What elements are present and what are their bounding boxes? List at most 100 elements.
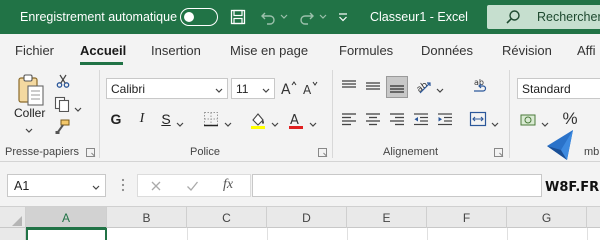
tab-affichage[interactable]: Affi <box>577 43 596 58</box>
column-header-b[interactable]: B <box>107 207 187 229</box>
number-format-value: Standard <box>522 82 571 96</box>
cell-divider <box>587 228 588 240</box>
grid-row <box>0 228 600 240</box>
paste-dropdown-icon[interactable] <box>25 123 33 137</box>
borders-icon[interactable] <box>202 110 220 128</box>
w8f-logo-icon <box>543 126 577 165</box>
column-header-partial <box>587 207 600 229</box>
wrap-text-icon[interactable]: ab <box>469 75 491 97</box>
number-format-combo[interactable]: Standard <box>517 78 600 99</box>
tab-insertion[interactable]: Insertion <box>151 43 201 58</box>
align-top-icon[interactable] <box>340 77 358 95</box>
decrease-font-icon[interactable]: A <box>302 78 320 98</box>
column-header-g[interactable]: G <box>507 207 587 229</box>
ribbon: Coller Presse-papiers Calibri 11 A A G I… <box>0 66 600 162</box>
name-box-value: A1 <box>14 179 30 193</box>
align-middle-icon[interactable] <box>364 77 382 95</box>
title-bar: Enregistrement automatique Classeur1 - E… <box>0 0 600 34</box>
decrease-indent-icon[interactable] <box>412 110 430 128</box>
search-label: Rechercher <box>537 10 600 24</box>
enter-icon[interactable] <box>186 180 199 195</box>
orientation-dropdown-icon[interactable] <box>436 83 444 97</box>
merge-dropdown-icon[interactable] <box>491 117 499 131</box>
align-center-icon[interactable] <box>364 110 382 128</box>
column-header-d[interactable]: D <box>267 207 347 229</box>
undo-dropdown-icon[interactable] <box>279 7 289 27</box>
orientation-icon[interactable]: ab <box>414 76 434 96</box>
align-right-icon[interactable] <box>388 110 406 128</box>
cell-divider <box>427 228 428 240</box>
svg-text:A: A <box>290 113 299 128</box>
italic-button[interactable]: I <box>134 110 150 128</box>
align-left-icon[interactable] <box>340 110 358 128</box>
clipboard-icon <box>16 73 46 110</box>
underline-dropdown-icon[interactable] <box>176 117 184 131</box>
increase-indent-icon[interactable] <box>436 110 454 128</box>
customize-toolbar-icon[interactable] <box>336 7 350 27</box>
font-launcher-icon[interactable] <box>318 148 327 157</box>
svg-text:ab: ab <box>415 80 430 95</box>
formula-bar: A1 fx <box>0 162 600 206</box>
copy-dropdown-icon[interactable] <box>74 102 82 116</box>
more-options-icon[interactable] <box>121 178 125 195</box>
search-box[interactable]: Rechercher <box>487 5 600 29</box>
group-divider <box>332 70 333 158</box>
cancel-icon[interactable] <box>150 180 162 195</box>
name-box[interactable]: A1 <box>7 174 106 197</box>
group-divider <box>509 70 510 158</box>
fill-color-icon[interactable] <box>248 110 268 130</box>
clipboard-launcher-icon[interactable] <box>86 148 95 157</box>
copy-icon[interactable] <box>52 95 72 113</box>
font-name-combo[interactable]: Calibri <box>106 78 228 99</box>
ribbon-tabs: Fichier Accueil Insertion Mise en page F… <box>0 34 600 66</box>
font-size-combo[interactable]: 11 <box>231 78 275 99</box>
watermark-text: W8F.FR <box>545 180 600 195</box>
accounting-format-icon[interactable] <box>518 110 540 130</box>
redo-dropdown-icon[interactable] <box>318 7 328 27</box>
column-header-e[interactable]: E <box>347 207 427 229</box>
paste-button[interactable] <box>12 72 50 110</box>
cut-icon[interactable] <box>54 72 72 90</box>
cell-divider <box>267 228 268 240</box>
document-title: Classeur1 - Excel <box>370 10 468 24</box>
tab-mise-en-page[interactable]: Mise en page <box>230 43 308 58</box>
number-group-label: mbre <box>584 146 600 158</box>
active-cell[interactable] <box>26 228 107 240</box>
align-bottom-icon[interactable] <box>386 76 408 98</box>
toggle-knob <box>184 11 194 22</box>
column-header-a[interactable]: A <box>26 207 107 229</box>
tab-accueil[interactable]: Accueil <box>80 43 126 58</box>
font-color-dropdown-icon[interactable] <box>309 117 317 131</box>
cell-divider <box>347 228 348 240</box>
font-color-icon[interactable]: A <box>286 110 306 130</box>
select-all-button[interactable] <box>0 207 26 229</box>
underline-button[interactable]: S <box>158 110 174 128</box>
autosave-toggle[interactable] <box>180 8 218 26</box>
bold-button[interactable]: G <box>108 110 124 128</box>
group-divider <box>99 70 100 158</box>
svg-text:A: A <box>281 82 291 96</box>
tab-revision[interactable]: Révision <box>502 43 552 58</box>
active-tab-indicator <box>80 62 123 65</box>
save-icon[interactable] <box>228 7 248 27</box>
svg-text:A: A <box>303 83 312 96</box>
column-header-f[interactable]: F <box>427 207 507 229</box>
redo-icon[interactable] <box>297 7 317 27</box>
insert-function-button[interactable]: fx <box>223 177 233 193</box>
tab-donnees[interactable]: Données <box>421 43 473 58</box>
formula-input[interactable] <box>252 174 542 197</box>
cell-divider <box>507 228 508 240</box>
increase-font-icon[interactable]: A <box>280 78 298 98</box>
fill-color-dropdown-icon[interactable] <box>271 117 279 131</box>
format-painter-icon[interactable] <box>53 118 71 136</box>
column-header-c[interactable]: C <box>187 207 267 229</box>
paste-label[interactable]: Coller <box>14 106 45 120</box>
undo-icon[interactable] <box>258 7 278 27</box>
merge-center-icon[interactable] <box>468 109 488 129</box>
tab-formules[interactable]: Formules <box>339 43 393 58</box>
tab-fichier[interactable]: Fichier <box>15 43 54 58</box>
row-header[interactable] <box>0 228 26 240</box>
alignment-launcher-icon[interactable] <box>494 148 503 157</box>
chevron-down-icon <box>215 83 223 97</box>
borders-dropdown-icon[interactable] <box>224 117 232 131</box>
